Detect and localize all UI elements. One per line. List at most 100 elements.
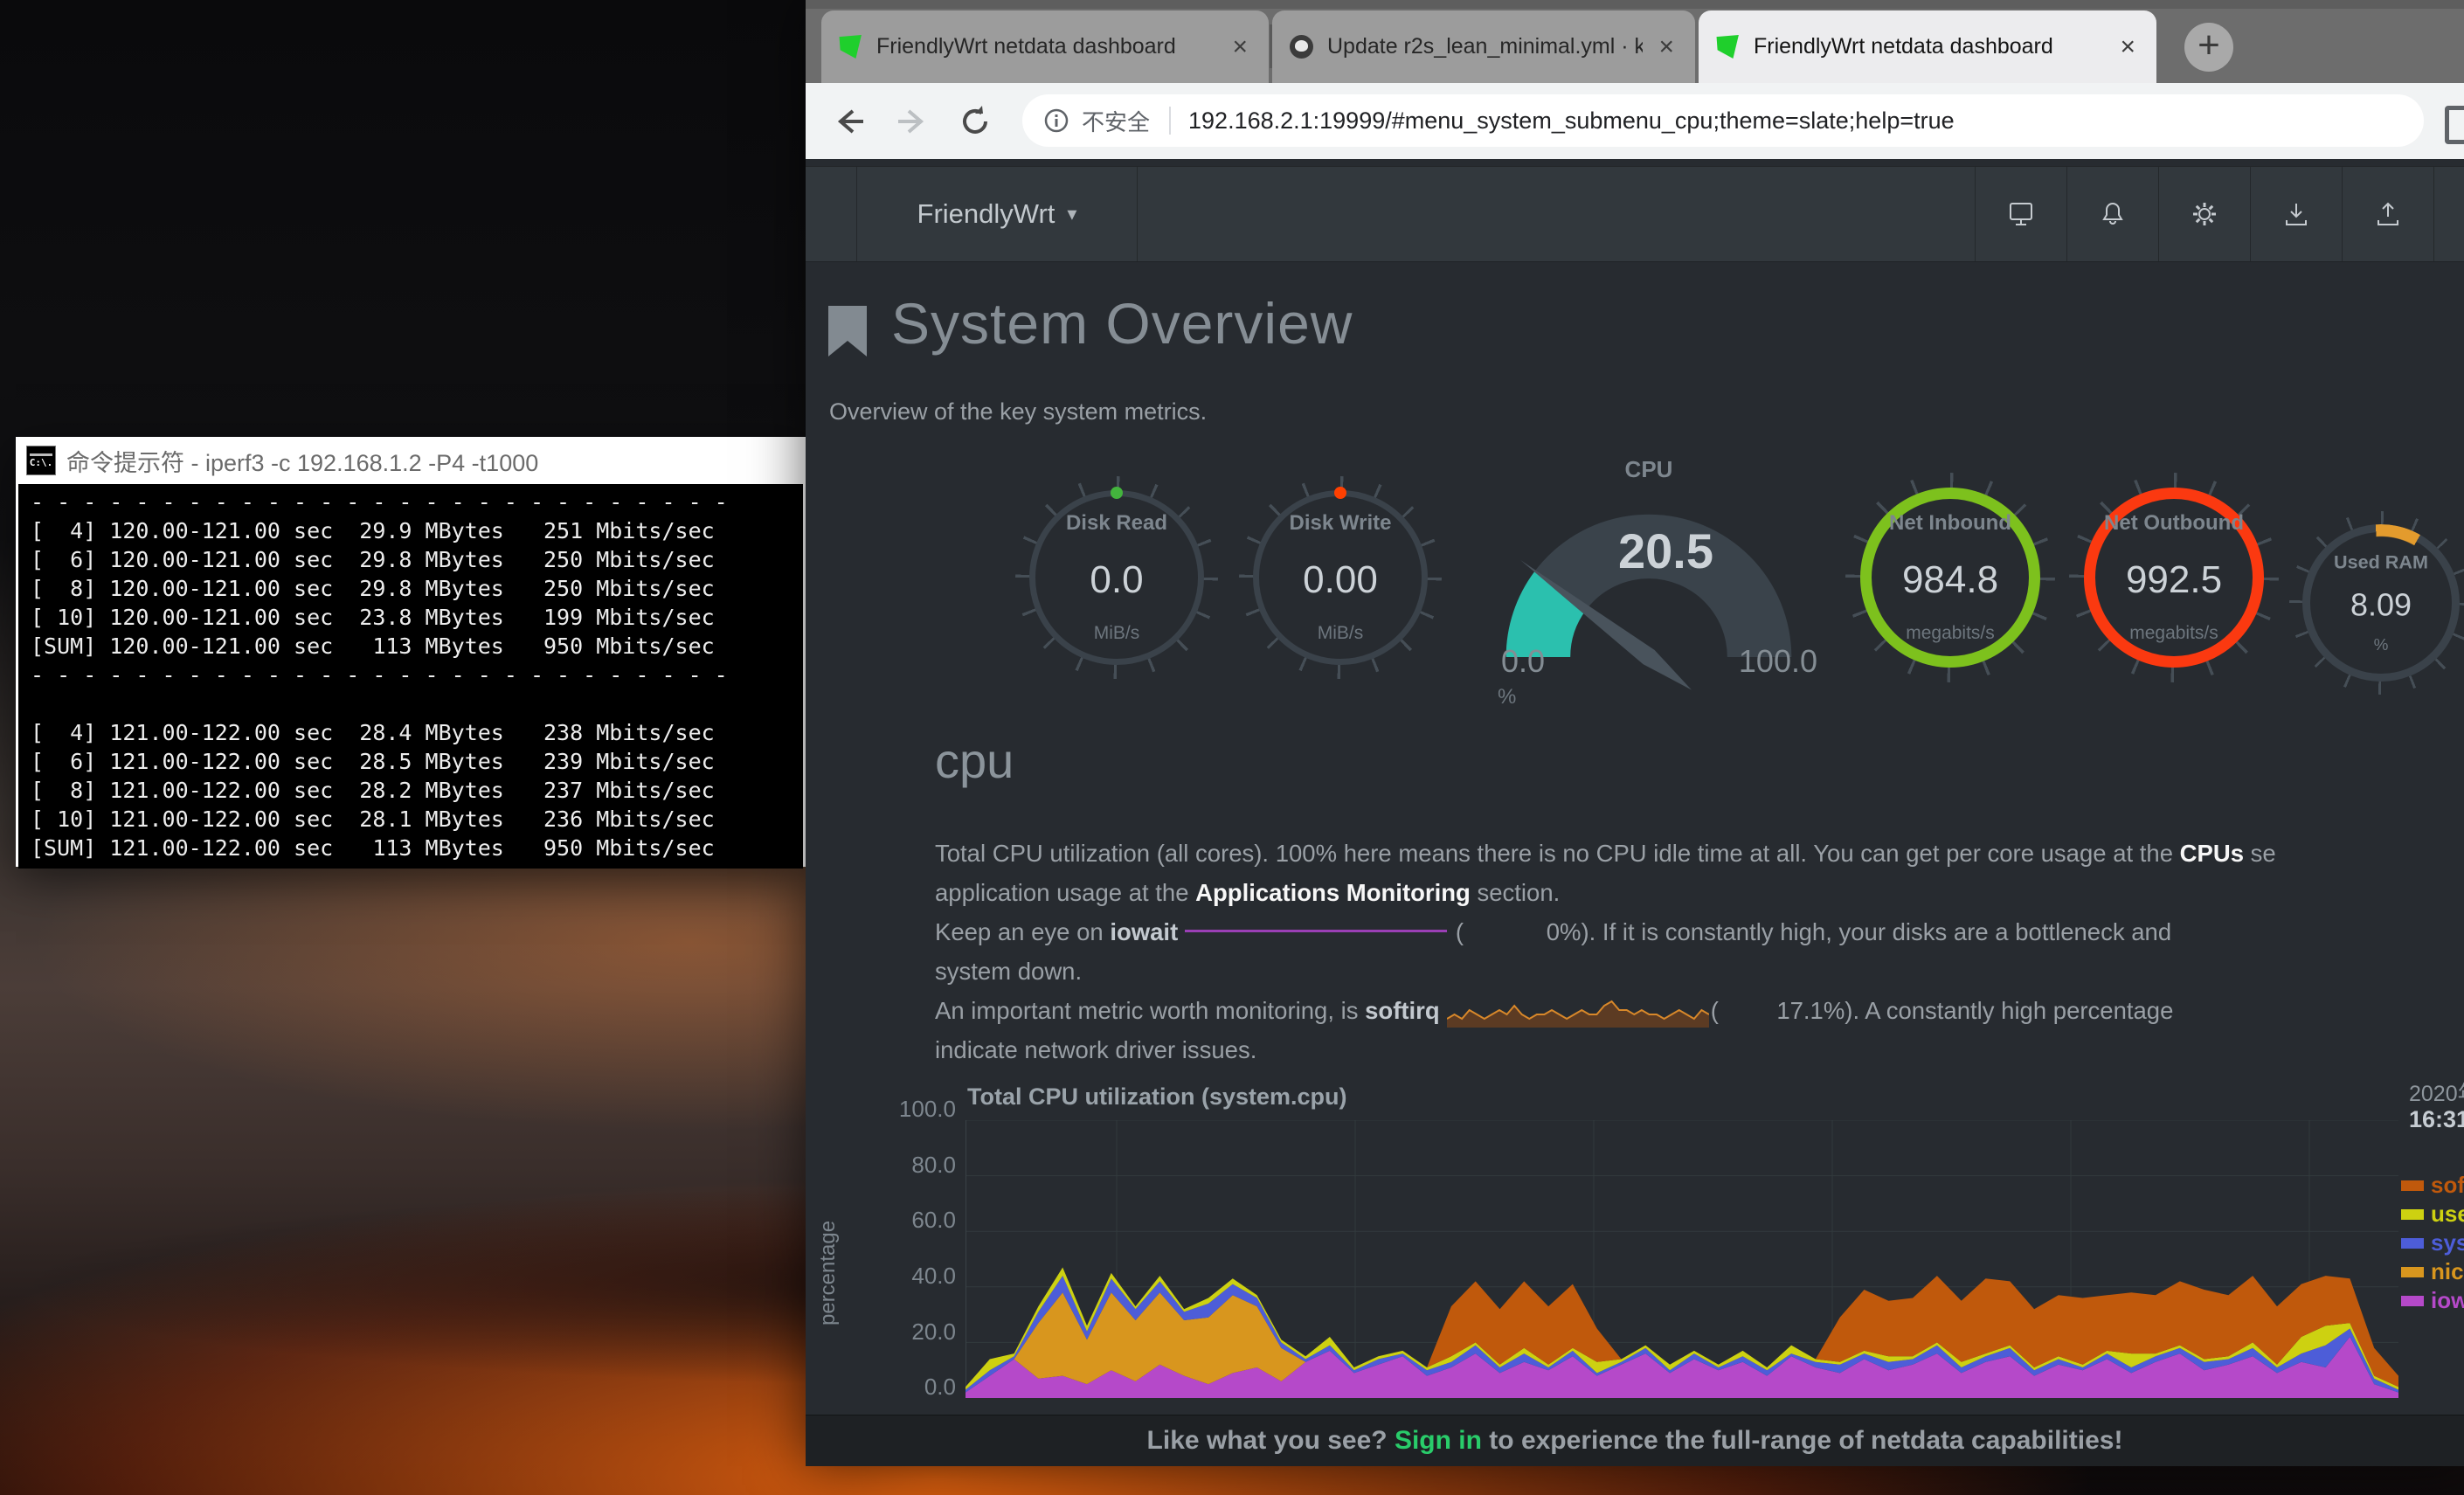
upload-icon (2373, 199, 2403, 229)
forward-button[interactable] (893, 102, 931, 141)
gauge-max: 100.0 (1739, 643, 1817, 680)
legend-item[interactable]: system (2401, 1229, 2464, 1257)
tab-strip: FriendlyWrt netdata dashboard × Update r… (806, 0, 2464, 83)
chart-timestamp-date: 2020年3 (2409, 1076, 2464, 1108)
y-tick: 100.0 (884, 1096, 956, 1123)
y-tick: 40.0 (884, 1263, 956, 1290)
gauge-unit: megabits/s (2129, 623, 2218, 644)
gauge-value: 984.8 (1902, 558, 1998, 602)
display-icon (2006, 199, 2036, 229)
tab-close-icon[interactable]: × (2116, 34, 2139, 60)
legend-item[interactable]: softirq (2401, 1171, 2464, 1200)
gauge-label: Used RAM (2334, 551, 2428, 573)
github-favicon (1290, 35, 1313, 59)
reload-button[interactable] (956, 102, 994, 141)
gauge-min: 0.0 (1501, 643, 1545, 680)
host-name: FriendlyWrt (917, 198, 1056, 230)
site-info-icon[interactable] (1043, 107, 1069, 134)
back-button[interactable] (830, 102, 869, 141)
gauge-unit: % (1498, 685, 1516, 709)
gauge-disk-read[interactable]: Disk Read 0.0 MiB/s (1029, 490, 1204, 665)
settings-button[interactable] (2158, 167, 2250, 261)
netdata-favicon (839, 35, 862, 59)
gauge-label: Net Outbound (2104, 511, 2244, 536)
chart-timestamp-time: 16:31:2 (2409, 1106, 2464, 1133)
gauge-value: 0.00 (1303, 558, 1378, 602)
gauge-value: 20.5 (1618, 523, 1713, 579)
cpus-link[interactable]: CPUs (2180, 840, 2244, 867)
gauge-label: Disk Write (1290, 511, 1392, 536)
gauge-label: Disk Read (1066, 511, 1167, 536)
page-subtitle: Overview of the key system metrics. (829, 398, 1207, 426)
softirq-sparkline (1447, 993, 1709, 1028)
gauge-unit: MiB/s (1094, 623, 1140, 644)
page-title: System Overview (891, 290, 1353, 356)
tab-close-icon[interactable]: × (1655, 34, 1678, 60)
terminal-titlebar[interactable]: C:\. 命令提示符 - iperf3 -c 192.168.1.2 -P4 -… (16, 437, 806, 484)
address-divider (1169, 107, 1171, 135)
cpu-chart-plot[interactable] (966, 1120, 2398, 1398)
legend-item[interactable]: iowait (2401, 1286, 2464, 1315)
y-tick: 60.0 (884, 1207, 956, 1234)
gauge-disk-write[interactable]: Disk Write 0.00 MiB/s (1253, 490, 1428, 665)
netdata-navbar: FriendlyWrt ▾ (806, 166, 2464, 262)
y-tick: 80.0 (884, 1152, 956, 1179)
signin-banner: Like what you see? Sign in to experience… (806, 1415, 2464, 1466)
address-bar[interactable]: 不安全 192.168.2.1:19999/#menu_system_subme… (1022, 94, 2424, 147)
y-axis-label: percentage (816, 1221, 841, 1325)
download-icon (2281, 199, 2311, 229)
tab-title: FriendlyWrt netdata dashboard (876, 34, 1216, 59)
legend-item[interactable]: nice (2401, 1257, 2464, 1286)
tab-netdata-1[interactable]: FriendlyWrt netdata dashboard × (821, 10, 1269, 83)
bookmark-icon (828, 306, 867, 356)
y-tick: 20.0 (884, 1319, 956, 1346)
chevron-down-icon: ▾ (1067, 203, 1076, 225)
gauge-net-inbound[interactable]: Net Inbound 984.8 megabits/s (1860, 488, 2040, 668)
export-button[interactable] (2342, 167, 2434, 261)
gauge-used-ram[interactable]: Used RAM 8.09 % (2302, 524, 2460, 682)
gear-icon (2190, 199, 2219, 229)
gauge-unit: megabits/s (1906, 623, 1995, 644)
sign-in-link[interactable]: Sign in (1395, 1426, 1482, 1456)
iowait-sparkline (1185, 930, 1447, 932)
terminal-window: C:\. 命令提示符 - iperf3 -c 192.168.1.2 -P4 -… (16, 437, 806, 867)
terminal-output: - - - - - - - - - - - - - - - - - - - - … (18, 484, 803, 869)
toolbar-partial-icon[interactable] (2445, 106, 2464, 144)
alarms-button[interactable] (2066, 167, 2158, 261)
terminal-title: 命令提示符 - iperf3 -c 192.168.1.2 -P4 -t1000 (66, 444, 538, 478)
chart-title: Total CPU utilization (system.cpu) (967, 1083, 1347, 1111)
gauge-unit: MiB/s (1318, 623, 1364, 644)
legend-item[interactable]: user (2401, 1200, 2464, 1229)
gauge-net-outbound[interactable]: Net Outbound 992.5 megabits/s (2084, 488, 2264, 668)
gauge-value: 8.09 (2350, 587, 2412, 623)
url-text[interactable]: 192.168.2.1:19999/#menu_system_submenu_c… (1188, 107, 1955, 135)
tab-title: Update r2s_lean_minimal.yml · k (1327, 34, 1643, 59)
y-tick: 0.0 (884, 1374, 956, 1401)
tab-close-icon[interactable]: × (1229, 34, 1251, 60)
tab-netdata-2-active[interactable]: FriendlyWrt netdata dashboard × (1699, 10, 2156, 83)
gauge-label: CPU (1478, 456, 1819, 483)
gauge-label: Net Inbound (1889, 511, 2011, 536)
gauge-value: 992.5 (2126, 558, 2222, 602)
applications-monitoring-link[interactable]: Applications Monitoring (1195, 879, 1471, 906)
section-heading-cpu: cpu (935, 732, 1014, 789)
host-dropdown[interactable]: FriendlyWrt ▾ (856, 167, 1138, 261)
browser-toolbar: 不安全 192.168.2.1:19999/#menu_system_subme… (806, 83, 2464, 159)
gauge-unit: % (2374, 635, 2389, 654)
bell-icon (2098, 199, 2128, 229)
chart-legend: softirqusersystemniceiowait (2401, 1171, 2464, 1315)
import-button[interactable] (2250, 167, 2342, 261)
display-settings-button[interactable] (1975, 167, 2066, 261)
gauge-cpu[interactable]: CPU 20.5 0.0 100.0 % (1478, 456, 1819, 718)
security-label: 不安全 (1082, 105, 1150, 137)
browser-window: FriendlyWrt netdata dashboard × Update r… (806, 0, 2464, 1466)
cmd-icon: C:\. (26, 446, 56, 475)
gauge-value: 0.0 (1090, 558, 1143, 602)
netdata-favicon (1716, 35, 1740, 59)
netdata-page: FriendlyWrt ▾ (806, 159, 2464, 1466)
new-tab-button[interactable]: + (2184, 23, 2233, 72)
softirq-value: 17.1 (1719, 991, 1824, 1030)
tab-title: FriendlyWrt netdata dashboard (1754, 34, 2104, 59)
tab-github[interactable]: Update r2s_lean_minimal.yml · k × (1272, 10, 1695, 83)
cpu-description: Total CPU utilization (all cores). 100% … (935, 834, 2276, 1069)
